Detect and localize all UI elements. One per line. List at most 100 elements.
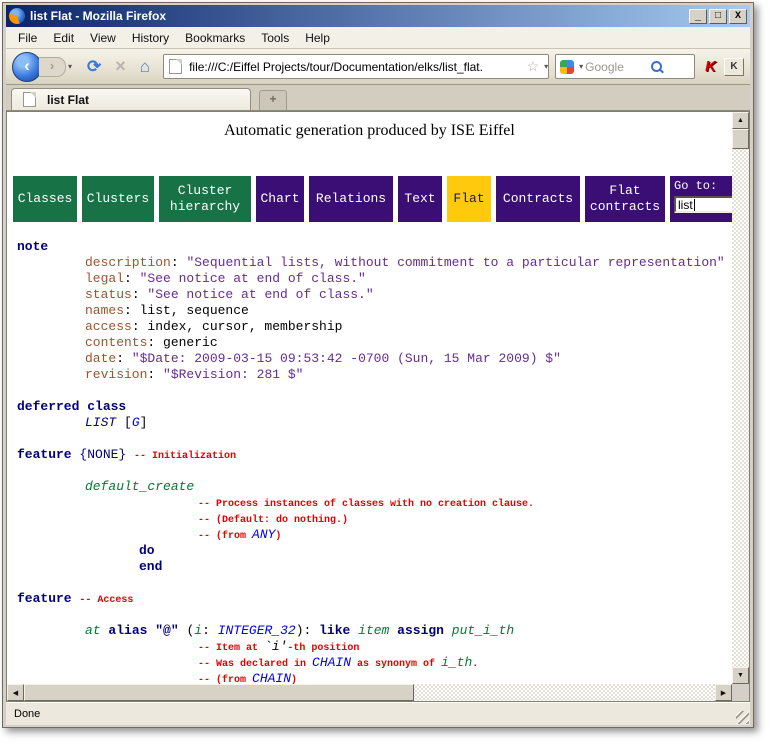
history-dropdown-icon[interactable]: ▾ [68, 62, 72, 71]
menu-edit[interactable]: Edit [45, 29, 82, 47]
code-line: contents: generic [7, 335, 732, 351]
nav-button-relations[interactable]: Relations [309, 176, 393, 222]
class-link[interactable]: CHAIN [312, 655, 351, 670]
code-text: like [319, 623, 350, 638]
nav-button-text[interactable]: Text [398, 176, 442, 222]
home-icon[interactable]: ⌂ [140, 57, 150, 77]
code-text: "See notice at end of class." [147, 287, 373, 302]
class-link[interactable]: ANY [252, 527, 275, 542]
code-text: item [358, 623, 389, 638]
status-text: Done [14, 708, 40, 720]
code-text: : [116, 351, 132, 366]
status-bar: Done [6, 702, 750, 725]
vertical-scrollbar[interactable]: ▲ ▼ [732, 112, 749, 684]
menu-help[interactable]: Help [297, 29, 338, 47]
doc-nav-buttons: Classes Clusters Cluster hierarchy Chart… [13, 176, 732, 222]
url-input[interactable] [187, 59, 524, 75]
menu-history[interactable]: History [124, 29, 177, 47]
code-line: -- (from CHAIN) [7, 671, 732, 684]
nav-button-classes[interactable]: Classes [13, 176, 77, 222]
nav-toolbar: ‹ › ▾ ⟳ × ⌂ ☆ ▾ ▾ K K [6, 49, 750, 85]
code-text: : [147, 367, 163, 382]
stop-icon[interactable]: × [115, 56, 126, 77]
class-link[interactable]: G [132, 415, 140, 430]
class-link[interactable]: CHAIN [252, 671, 291, 684]
menu-bookmarks[interactable]: Bookmarks [177, 29, 253, 47]
feature-link[interactable]: i_th [441, 655, 472, 670]
vertical-scroll-thumb[interactable] [732, 129, 749, 149]
menu-file[interactable]: File [10, 29, 45, 47]
code-text: : generic [147, 335, 217, 350]
goto-label: Go to: [674, 179, 732, 193]
bookmark-star-icon[interactable]: ☆ [527, 58, 540, 75]
code-text: -- Was declared in [198, 659, 312, 670]
code-text: "See notice at end of class." [140, 271, 366, 286]
code-text: assign [397, 623, 444, 638]
code-text: note [17, 239, 48, 254]
back-button[interactable]: ‹ [12, 52, 42, 82]
close-button[interactable]: X [729, 9, 747, 24]
menu-tools[interactable]: Tools [253, 29, 297, 47]
horizontal-scrollbar[interactable]: ◀ ▶ [7, 684, 732, 701]
code-text: as synonym of [351, 659, 441, 670]
code-text: "Sequential lists, without commitment to… [186, 255, 724, 270]
menu-view[interactable]: View [82, 29, 124, 47]
code-text [126, 447, 134, 462]
nav-button-chart[interactable]: Chart [256, 176, 304, 222]
code-text: -th position [287, 643, 359, 654]
kaspersky-icon[interactable]: K [705, 58, 716, 75]
code-text: alias [108, 623, 147, 638]
code-text: -- (from [198, 531, 252, 542]
code-text: legal [85, 271, 124, 286]
maximize-button[interactable]: □ [709, 9, 727, 24]
search-input[interactable] [583, 59, 649, 75]
url-dropdown-icon[interactable]: ▾ [544, 62, 548, 71]
scroll-down-button[interactable]: ▼ [732, 667, 749, 684]
code-text: contents [85, 335, 147, 350]
code-text: date [85, 351, 116, 366]
nav-button-clusters[interactable]: Clusters [82, 176, 154, 222]
code-text: -- (from [198, 675, 252, 684]
code-line [7, 575, 732, 591]
code-text: : [132, 287, 148, 302]
content-area: Automatic generation produced by ISE Eif… [6, 111, 750, 702]
code-text: deferred class [17, 399, 126, 414]
minimize-button[interactable]: _ [689, 9, 707, 24]
menubar: File Edit View History Bookmarks Tools H… [6, 27, 750, 49]
new-tab-button[interactable]: + [259, 90, 287, 110]
nav-button-contracts[interactable]: Contracts [496, 176, 580, 222]
code-line: legal: "See notice at end of class." [7, 271, 732, 287]
code-text: i [194, 623, 202, 638]
forward-button[interactable]: › [39, 57, 66, 77]
resize-grip[interactable] [736, 711, 749, 724]
nav-button-flat-contracts[interactable]: Flat contracts [585, 176, 665, 222]
horizontal-scroll-thumb[interactable] [24, 684, 414, 701]
reload-icon[interactable]: ⟳ [87, 57, 101, 77]
nav-button-cluster-hierarchy[interactable]: Cluster hierarchy [159, 176, 251, 222]
code-listing: notedescription: "Sequential lists, with… [7, 239, 732, 684]
code-text: : [171, 255, 187, 270]
code-text: end [139, 559, 162, 574]
code-line: access: index, cursor, membership [7, 319, 732, 335]
k-toolbar-button[interactable]: K [724, 58, 744, 76]
scroll-up-button[interactable]: ▲ [732, 112, 749, 129]
titlebar: list Flat - Mozilla Firefox _ □ X [6, 5, 750, 27]
scrollbar-corner [732, 684, 749, 701]
tab-list-flat[interactable]: list Flat [11, 88, 251, 110]
code-line: -- (from ANY) [7, 527, 732, 543]
code-text: [ [116, 415, 132, 430]
scroll-right-button[interactable]: ▶ [715, 684, 732, 701]
scroll-left-button[interactable]: ◀ [7, 684, 24, 701]
code-text: do [139, 543, 155, 558]
code-text: . [472, 659, 478, 670]
window-title: list Flat - Mozilla Firefox [30, 9, 687, 23]
nav-button-flat[interactable]: Flat [447, 176, 491, 222]
code-line: at alias "@" (i: INTEGER_32): like item … [7, 623, 732, 639]
goto-box: Go to: list [670, 176, 732, 222]
code-text: -- Item at [198, 643, 264, 654]
goto-input[interactable]: list [674, 196, 732, 213]
code-text: ) [291, 675, 297, 684]
class-link[interactable]: INTEGER_32 [218, 623, 296, 638]
search-icon[interactable] [651, 61, 662, 72]
code-text: ) [275, 531, 281, 542]
